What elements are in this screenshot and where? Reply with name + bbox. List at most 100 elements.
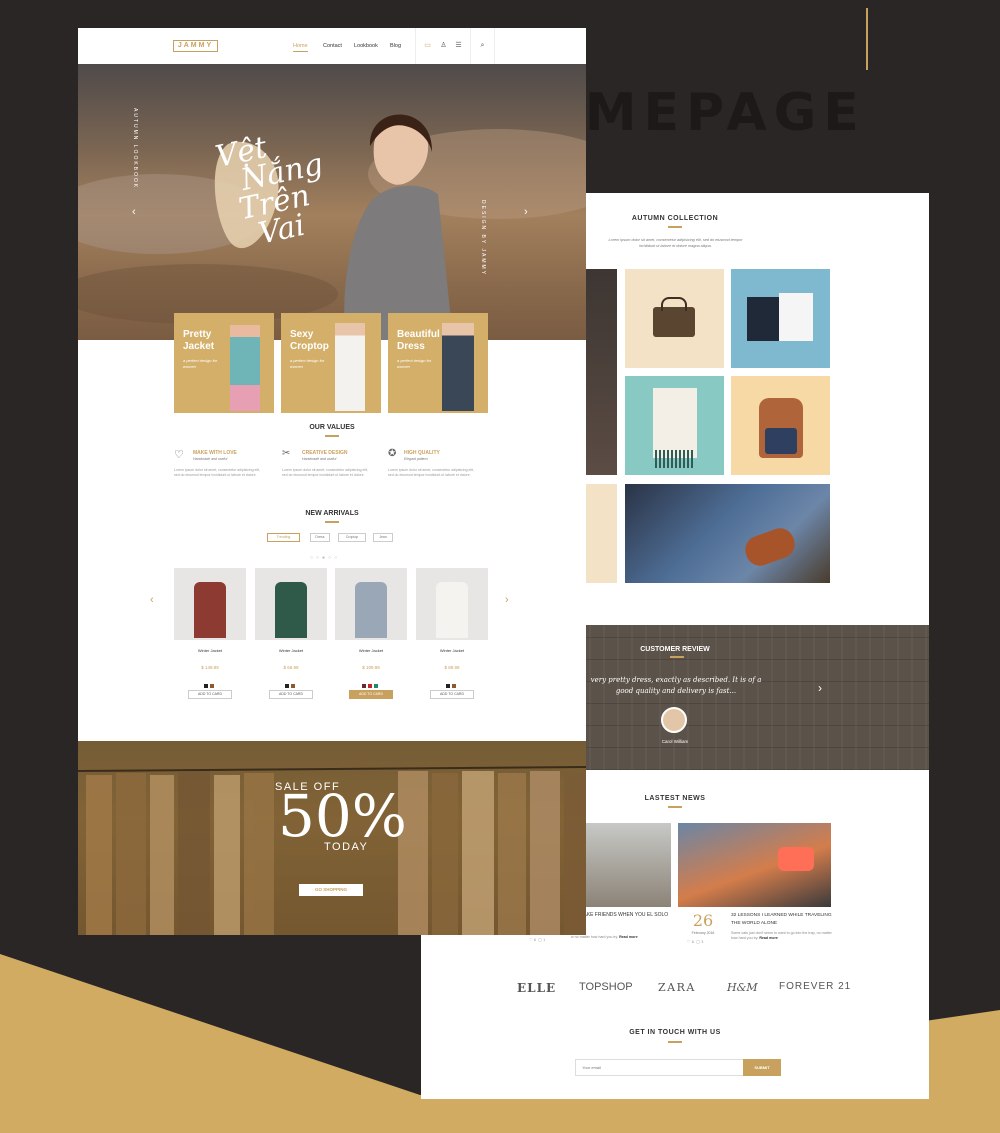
value-title: CREATIVE DESIGN	[302, 450, 348, 456]
value-title: HIGH QUALITY	[404, 450, 440, 456]
logo[interactable]: JAMMY	[173, 40, 218, 52]
value-subtitle: Handmade and useful	[193, 457, 228, 461]
card-subtitle: a perfect design for women	[397, 358, 432, 369]
search-icon[interactable]: ⌕	[478, 41, 487, 50]
arrivals-title: NEW ARRIVALS	[305, 510, 359, 517]
collection-image-bag[interactable]	[625, 269, 724, 368]
title-underline	[325, 521, 339, 523]
collection-image-jeans[interactable]	[625, 484, 830, 583]
hero-next-arrow[interactable]: ›	[524, 206, 528, 218]
read-more-link[interactable]: Read more	[619, 935, 638, 939]
add-to-cart-button[interactable]: ADD TO CARD	[269, 690, 313, 699]
sale-line2: TODAY	[324, 841, 369, 853]
news-item-title[interactable]: 32 LESSONS I LEARNED WHILE TRAVELING THE…	[731, 912, 833, 928]
bag-icon[interactable]: ▭	[423, 41, 432, 50]
value-title: MAKE WITH LOVE	[193, 450, 237, 456]
user-icon[interactable]: ♙	[439, 41, 448, 50]
filter-tab-dress[interactable]: Dress	[310, 533, 330, 542]
card-title: Sexy Croptop	[290, 329, 329, 352]
news-meta: ♡ 6 ▢ 3	[687, 939, 704, 944]
news-image-city[interactable]	[678, 823, 831, 907]
color-swatches[interactable]	[204, 675, 219, 688]
product-name[interactable]: Winter Jacket	[174, 648, 246, 653]
sale-percent: 50%	[278, 782, 407, 850]
product-name[interactable]: Winter Jacket	[335, 648, 407, 653]
hero-prev-arrow[interactable]: ‹	[132, 206, 136, 218]
collection-image-backpack[interactable]	[731, 376, 830, 475]
card-subtitle: a perfect design for women	[183, 358, 218, 369]
value-subtitle: Handmade and useful	[302, 457, 337, 461]
add-to-cart-button[interactable]: ADD TO CARD	[430, 690, 474, 699]
filter-tab-croptop[interactable]: Croptop	[338, 533, 366, 542]
scissors-icon: ✂	[282, 448, 291, 459]
add-to-cart-button[interactable]: ADD TO CARD	[188, 690, 232, 699]
products-next-arrow[interactable]: ›	[505, 594, 509, 606]
value-text: Lorem ipsum dolor sit amet, consectetur …	[282, 468, 368, 477]
hero-left-vertical-text: AUTUMN LOOKBOOK	[132, 108, 138, 190]
carousel-dots[interactable]: ○○●○○	[310, 555, 340, 561]
color-swatches[interactable]	[285, 675, 300, 688]
brand-logo-topshop[interactable]: TOPSHOP	[579, 981, 633, 993]
promo-card-dress[interactable]: Beautiful Dress a perfect design for wom…	[388, 313, 488, 413]
brand-logo-zara[interactable]: ZARA	[658, 981, 696, 994]
promo-card-croptop[interactable]: Sexy Croptop a perfect design for women	[281, 313, 381, 413]
card-subtitle: a perfect design for women	[290, 358, 325, 369]
title-underline	[325, 435, 339, 437]
product-image[interactable]	[255, 568, 327, 640]
contact-title: GET IN TOUCH WITH US	[629, 1029, 721, 1036]
title-underline	[668, 806, 682, 808]
news-meta: ♡ 6 ▢ 1	[529, 937, 546, 942]
sale-banner: SALE OFF 50% TODAY GO SHOPPING	[78, 741, 586, 935]
product-price: $ 65.99	[283, 665, 299, 670]
avatar	[661, 707, 687, 733]
news-item-title[interactable]: TO MAKE FRIENDS WHEN YOU EL SOLO	[571, 911, 671, 919]
front-page: Vệt Nắng Trên Vai AUTUMN LOOKBOOK DESIGN…	[78, 28, 586, 935]
promo-card-jacket[interactable]: Pretty Jacket a perfect design for women	[174, 313, 274, 413]
collection-text: Lorem ipsum dolor sit amet, consectetur …	[608, 238, 743, 248]
add-to-cart-button[interactable]: ADD TO CARD	[349, 690, 393, 699]
brand-logo-hm[interactable]: H&M	[727, 981, 758, 994]
brand-logo-elle[interactable]: ELLE	[517, 981, 556, 995]
review-next-arrow[interactable]: ›	[818, 681, 822, 695]
product-name[interactable]: Winter Jacket	[416, 648, 488, 653]
menu-icon[interactable]: ☰	[454, 41, 463, 50]
collection-image-tshirts[interactable]	[731, 269, 830, 368]
accent-line	[866, 8, 868, 70]
top-nav: JAMMY Home Contact Lookbook Blog ▭ ♙ ☰ ⌕	[78, 28, 586, 64]
news-date-day: 26	[692, 911, 714, 930]
hero-clouds	[78, 114, 586, 340]
reviewer-name: Carol William	[661, 739, 689, 744]
email-field[interactable]	[575, 1059, 743, 1076]
collection-image-kimono[interactable]	[625, 376, 724, 475]
nav-item-lookbook[interactable]: Lookbook	[354, 43, 378, 49]
value-text: Lorem ipsum dolor sit amet, consectetur …	[388, 468, 474, 477]
card-title: Beautiful Dress	[397, 329, 440, 352]
filter-tab-trending[interactable]: Trending	[267, 533, 300, 542]
filter-tab-jean[interactable]: Jean	[373, 533, 393, 542]
nav-item-blog[interactable]: Blog	[390, 43, 401, 49]
medal-icon: ✪	[388, 448, 397, 459]
submit-button[interactable]: SUBMIT	[743, 1059, 781, 1076]
product-price: $ 109.99	[362, 665, 380, 670]
product-image[interactable]	[174, 568, 246, 640]
nav-item-home[interactable]: Home	[293, 43, 308, 49]
product-price: $ 89.99	[444, 665, 460, 670]
heart-icon: ♡	[174, 449, 184, 461]
product-price: $ 149.99	[201, 665, 219, 670]
brand-logo-forever21[interactable]: FOREVER 21	[779, 981, 851, 992]
product-image[interactable]	[335, 568, 407, 640]
color-swatches[interactable]	[362, 675, 382, 688]
color-swatches[interactable]	[446, 675, 461, 688]
news-item-excerpt: Some cats just don't seem to want to go …	[731, 931, 832, 940]
title-underline	[668, 226, 682, 228]
go-shopping-button[interactable]: GO SHOPPING	[299, 884, 363, 896]
values-title: OUR VALUES	[309, 424, 355, 431]
product-name[interactable]: Winter Jacket	[255, 648, 327, 653]
product-image[interactable]	[416, 568, 488, 640]
products-prev-arrow[interactable]: ‹	[150, 594, 154, 606]
nav-item-contact[interactable]: Contact	[323, 43, 342, 49]
value-subtitle: Elegant pattern	[404, 457, 428, 461]
title-underline	[668, 1041, 682, 1043]
read-more-link[interactable]: Read more	[759, 936, 778, 940]
card-title: Pretty Jacket	[183, 329, 215, 352]
